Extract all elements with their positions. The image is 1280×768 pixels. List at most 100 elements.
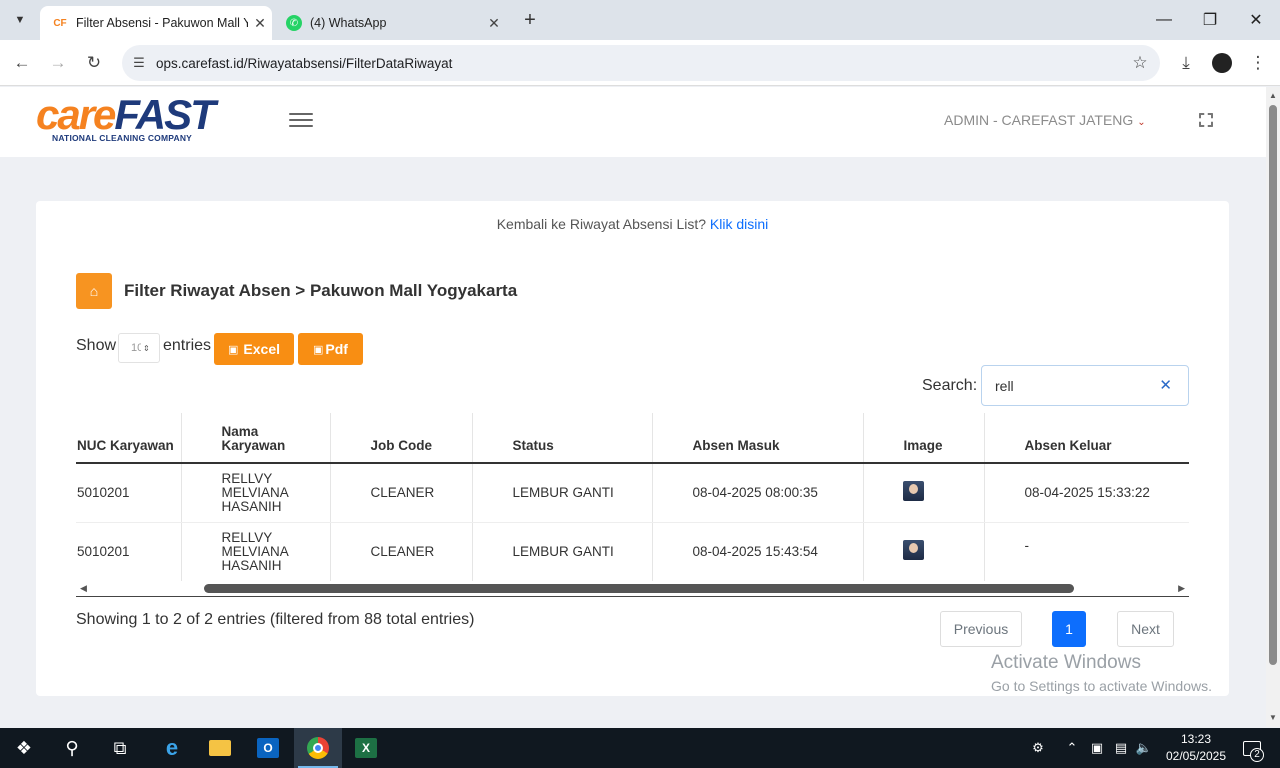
page-1-button[interactable]: 1 <box>1052 611 1086 647</box>
search-icon[interactable]: ⚲ <box>48 728 96 768</box>
user-menu[interactable]: ADMIN - CAREFAST JATENG ⌄ <box>944 112 1146 128</box>
file-explorer-icon[interactable] <box>196 728 244 768</box>
site-info-icon[interactable]: ☰ <box>122 55 156 71</box>
tab-search-button[interactable]: ▼ <box>8 8 32 32</box>
cell-keluar: 08-04-2025 15:33:22 <box>983 463 1189 523</box>
hamburger-menu-icon[interactable] <box>289 113 313 131</box>
vertical-scrollbar[interactable]: ▲ ▼ <box>1266 87 1280 727</box>
system-clock[interactable]: 13:23 02/05/2025 <box>1156 731 1236 765</box>
page-length-select[interactable]: 10 ⇕ <box>118 333 160 363</box>
col-keluar[interactable]: Absen Keluar <box>983 413 1189 464</box>
close-icon[interactable]: ✕ <box>482 15 506 32</box>
notification-center-icon[interactable]: 2 <box>1236 728 1268 768</box>
url-text[interactable]: ops.carefast.id/Riwayatabsensi/FilterDat… <box>156 56 1120 71</box>
page-length-value: 10 <box>131 342 141 354</box>
edge-browser-icon[interactable]: e <box>148 728 196 768</box>
back-arrow-icon[interactable]: ← <box>7 48 37 78</box>
cell-masuk: 08-04-2025 08:00:35 <box>651 463 863 523</box>
employee-photo[interactable] <box>902 540 924 560</box>
restore-button[interactable]: ❐ <box>1187 0 1233 40</box>
scroll-up-icon[interactable]: ▲ <box>1269 91 1277 100</box>
clear-search-icon[interactable]: ✕ <box>1159 376 1172 394</box>
cell-masuk: 08-04-2025 15:43:54 <box>651 522 863 581</box>
carefast-logo[interactable]: careFAST NATIONAL CLEANING COMPANY <box>36 94 236 149</box>
task-view-icon[interactable]: ⧉ <box>96 728 144 768</box>
show-label: Show <box>76 337 117 354</box>
cell-image <box>862 522 984 581</box>
employee-photo[interactable] <box>902 481 924 502</box>
pdf-label: Pdf <box>325 341 348 357</box>
scroll-left-icon[interactable]: ◀ <box>80 583 87 594</box>
scroll-down-icon[interactable]: ▼ <box>1269 713 1277 722</box>
windows-start-icon[interactable]: ❖ <box>0 728 48 768</box>
security-icon[interactable]: ▣ <box>1086 728 1108 768</box>
excel-icon: ▣ <box>228 343 239 356</box>
cell-job: CLEANER <box>329 522 472 581</box>
tab-title: (4) WhatsApp <box>310 16 387 30</box>
scrollbar-thumb[interactable] <box>204 584 1074 593</box>
watermark-subtitle: Go to Settings to activate Windows. <box>991 678 1212 694</box>
clock-time: 13:23 <box>1180 732 1212 746</box>
scroll-right-icon[interactable]: ▶ <box>1178 583 1185 594</box>
cell-job: CLEANER <box>329 463 472 523</box>
back-prompt: Kembali ke Riwayat Absensi List? <box>496 216 707 232</box>
forward-arrow-icon[interactable]: → <box>43 48 73 78</box>
watermark-title: Activate Windows <box>991 652 1141 673</box>
col-image[interactable]: Image <box>862 413 984 464</box>
pdf-button[interactable]: ▣ Pdf <box>298 333 363 365</box>
data-table-wrapper: NUC Karyawan Nama Karyawan Job Code Stat… <box>76 413 1189 581</box>
table-row[interactable]: 5010201 RELLVY MELVIANA HASANIH CLEANER … <box>76 463 1189 523</box>
carefast-favicon-icon: CF <box>53 17 67 29</box>
home-icon-button[interactable]: ⌂ <box>76 273 112 309</box>
clock-date: 02/05/2025 <box>1165 749 1227 763</box>
network-icon[interactable]: ▤ <box>1110 728 1132 768</box>
reload-icon[interactable]: ↻ <box>79 48 109 78</box>
pdf-icon: ▣ <box>313 343 324 356</box>
close-window-button[interactable]: ✕ <box>1233 0 1279 40</box>
search-value: rell <box>995 377 1014 394</box>
tab-filter-absensi[interactable]: CF Filter Absensi - Pakuwon Mall Y ✕ <box>40 6 272 40</box>
cell-nuc: 5010201 <box>76 463 181 523</box>
horizontal-scrollbar[interactable]: ◀ ▶ <box>76 581 1189 597</box>
tab-title: Filter Absensi - Pakuwon Mall Y <box>76 16 248 30</box>
cell-status: LEMBUR GANTI <box>471 522 652 581</box>
next-page-button[interactable]: Next <box>1117 611 1174 647</box>
col-nama[interactable]: Nama Karyawan <box>180 413 330 464</box>
new-tab-button[interactable]: + <box>518 8 542 32</box>
table-row[interactable]: 5010201 RELLVY MELVIANA HASANIH CLEANER … <box>76 522 1189 581</box>
table-info: Showing 1 to 2 of 2 entries (filtered fr… <box>76 611 475 628</box>
excel-button[interactable]: ▣ Excel <box>214 333 294 365</box>
fullscreen-icon[interactable] <box>1199 113 1213 127</box>
user-name: ADMIN - CAREFAST JATENG <box>944 112 1134 128</box>
profile-avatar[interactable] <box>1207 48 1237 78</box>
menu-kebab-icon[interactable]: ⋮ <box>1243 48 1273 78</box>
minimize-button[interactable]: — <box>1141 0 1187 40</box>
col-masuk[interactable]: Absen Masuk <box>651 413 863 464</box>
vertical-scrollbar-thumb[interactable] <box>1269 105 1277 665</box>
people-icon[interactable]: ⚙ <box>1026 728 1050 768</box>
entries-label: entries <box>163 337 212 354</box>
col-job[interactable]: Job Code <box>329 413 472 464</box>
home-icon: ⌂ <box>89 283 99 299</box>
chrome-icon[interactable] <box>294 728 342 768</box>
col-nuc[interactable]: NUC Karyawan <box>76 413 181 464</box>
volume-icon[interactable]: 🔈 <box>1134 728 1154 768</box>
outlook-icon[interactable]: O <box>244 728 292 768</box>
cell-image <box>862 463 984 523</box>
close-icon[interactable]: ✕ <box>248 15 272 32</box>
excel-app-icon[interactable]: X <box>342 728 390 768</box>
notification-count: 2 <box>1250 748 1264 762</box>
attendance-table: NUC Karyawan Nama Karyawan Job Code Stat… <box>76 413 1189 581</box>
bookmark-star-icon[interactable]: ☆ <box>1120 53 1160 73</box>
download-icon[interactable]: ⤓ <box>1171 48 1201 78</box>
search-input[interactable]: rell ✕ <box>981 365 1189 406</box>
activate-windows-watermark: Activate Windows Go to Settings to activ… <box>991 652 1212 694</box>
address-bar[interactable]: ☰ ops.carefast.id/Riwayatabsensi/FilterD… <box>122 45 1160 81</box>
show-hidden-icons-chevron-up-icon[interactable]: ⌃ <box>1062 728 1082 768</box>
cell-nama: RELLVY MELVIANA HASANIH <box>180 463 330 523</box>
col-status[interactable]: Status <box>471 413 652 464</box>
tab-whatsapp[interactable]: ✆ (4) WhatsApp ✕ <box>274 6 506 40</box>
content-card: Kembali ke Riwayat Absensi List? Klik di… <box>36 201 1229 696</box>
previous-page-button[interactable]: Previous <box>940 611 1022 647</box>
back-link[interactable]: Klik disini <box>710 216 768 232</box>
